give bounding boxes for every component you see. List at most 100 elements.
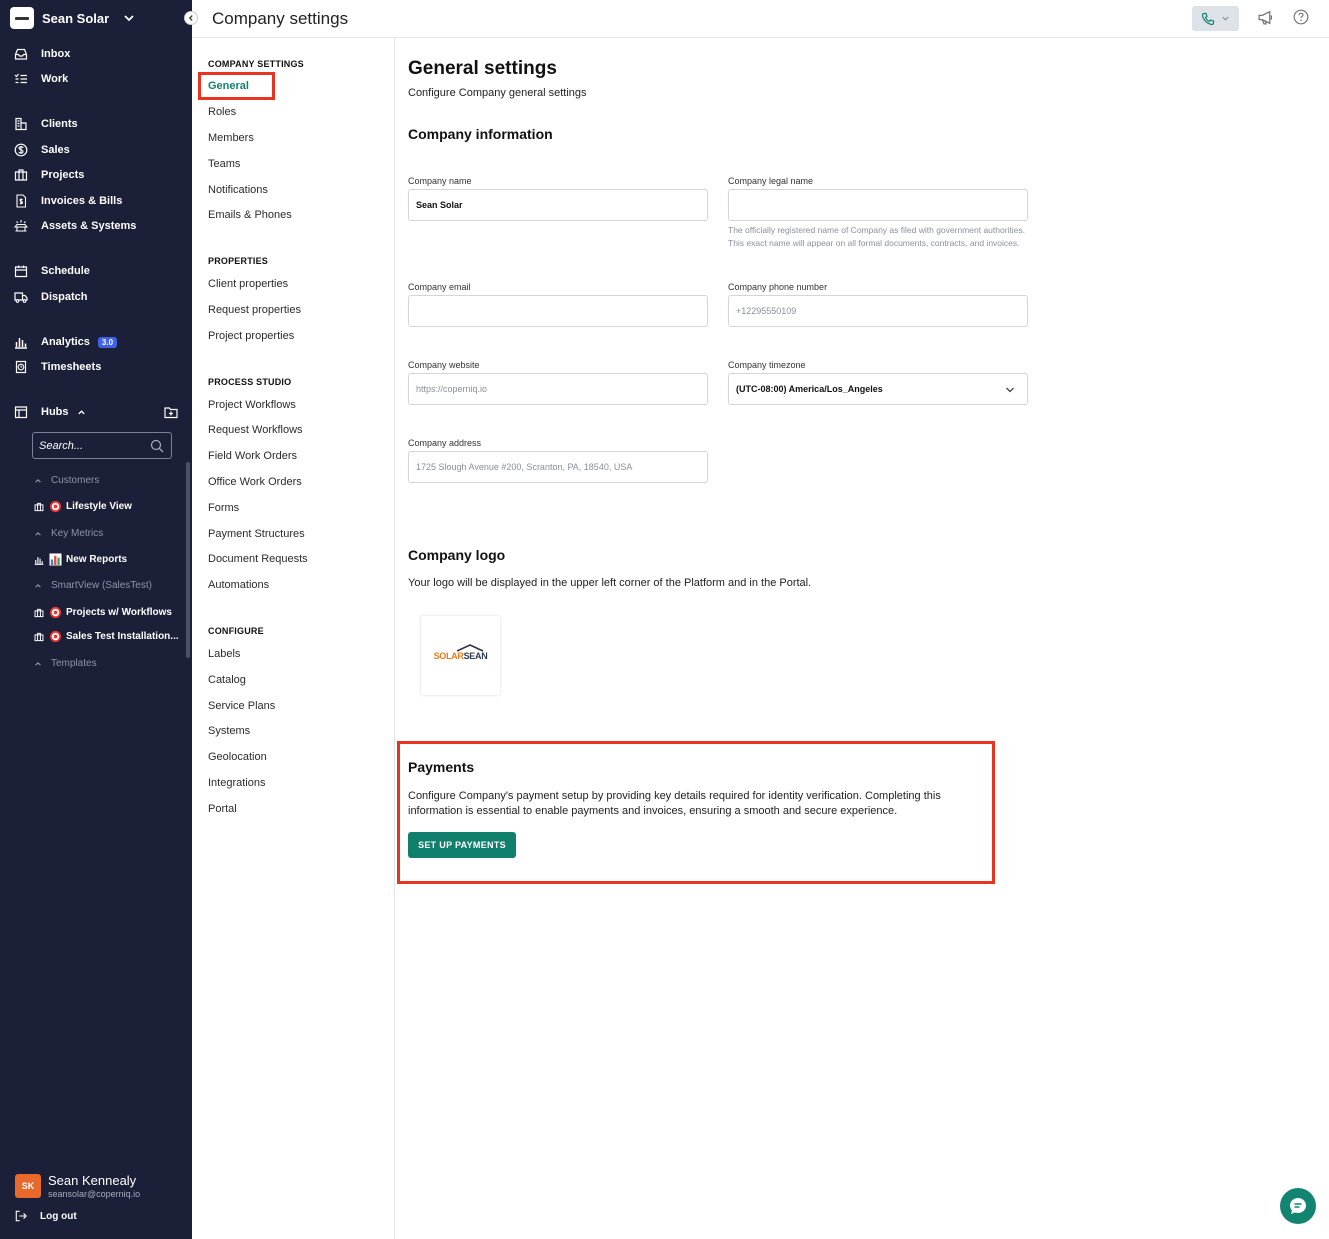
menu-item-automations[interactable]: Automations <box>208 579 269 591</box>
chevron-up-icon <box>35 531 41 536</box>
chevron-down-icon <box>1222 16 1229 21</box>
hub-group-key-metrics[interactable]: Key Metrics <box>34 528 103 539</box>
company-name-input[interactable] <box>408 189 708 221</box>
nav-schedule[interactable]: Schedule <box>14 264 90 278</box>
nav-inbox-label: Inbox <box>41 48 71 60</box>
nav-timesheets-label: Timesheets <box>41 361 102 373</box>
menu-section-process-studio: PROCESS STUDIO <box>208 377 292 387</box>
legal-name-label: Company legal name <box>728 176 814 186</box>
menu-item-service-plans[interactable]: Service Plans <box>208 700 275 712</box>
set-up-payments-button[interactable]: SET UP PAYMENTS <box>408 832 516 858</box>
menu-item-systems[interactable]: Systems <box>208 725 250 737</box>
menu-item-request-workflows[interactable]: Request Workflows <box>208 424 303 436</box>
menu-item-project-workflows[interactable]: Project Workflows <box>208 399 296 411</box>
hubs-search[interactable] <box>32 432 172 459</box>
menu-item-client-properties[interactable]: Client properties <box>208 278 288 290</box>
chart-emoji-icon <box>49 553 62 566</box>
sidebar-scrollbar[interactable] <box>186 462 190 658</box>
company-logo-upload[interactable]: SOLARSEAN <box>421 616 500 695</box>
menu-item-portal[interactable]: Portal <box>208 803 237 815</box>
inbox-icon <box>14 48 28 60</box>
menu-item-payment-structures[interactable]: Payment Structures <box>208 528 305 540</box>
menu-item-document-requests[interactable]: Document Requests <box>208 553 308 565</box>
phone-icon <box>1201 12 1215 25</box>
payments-description: Configure Company's payment setup by pro… <box>408 790 941 817</box>
website-input[interactable] <box>408 373 708 405</box>
version-badge: 3.0 <box>97 336 118 348</box>
help-icon[interactable] <box>1293 9 1309 25</box>
menu-item-notifications[interactable]: Notifications <box>208 184 268 196</box>
clients-icon <box>15 117 27 131</box>
payments-heading: Payments <box>408 759 475 775</box>
hub-group-label: Key Metrics <box>51 528 104 539</box>
nav-projects[interactable]: Projects <box>14 168 84 182</box>
hub-item-label: New Reports <box>66 554 128 565</box>
avatar: SK <box>15 1174 41 1198</box>
legal-name-help: The officially registered name of Compan… <box>728 225 1026 248</box>
nav-hubs[interactable]: Hubs <box>14 405 86 419</box>
general-settings-panel: General settings Configure Company gener… <box>395 38 1329 1239</box>
menu-item-field-work-orders[interactable]: Field Work Orders <box>208 450 297 462</box>
hub-group-label: Templates <box>51 658 97 669</box>
menu-item-geolocation[interactable]: Geolocation <box>208 751 267 763</box>
chevron-up-icon <box>35 661 41 666</box>
menu-item-members[interactable]: Members <box>208 132 254 144</box>
nav-inbox[interactable]: Inbox <box>14 47 70 61</box>
calendar-icon <box>14 265 28 278</box>
menu-item-integrations[interactable]: Integrations <box>208 777 265 789</box>
menu-item-general[interactable]: General <box>208 80 249 92</box>
nav-clients[interactable]: Clients <box>14 117 78 131</box>
nav-clients-label: Clients <box>41 118 78 130</box>
sidebar-collapse-button[interactable] <box>184 11 198 25</box>
menu-section-configure: CONFIGURE <box>208 626 264 636</box>
settings-subtitle: Configure Company general settings <box>408 87 587 99</box>
hub-item-new-reports[interactable]: New Reports <box>34 553 127 566</box>
menu-item-catalog[interactable]: Catalog <box>208 674 246 686</box>
settings-title: General settings <box>408 58 557 79</box>
briefcase-icon <box>34 632 44 641</box>
menu-item-request-properties[interactable]: Request properties <box>208 304 301 316</box>
dollar-circle-icon <box>14 143 28 157</box>
megaphone-icon[interactable] <box>1257 9 1274 26</box>
hub-item-lifestyle-view[interactable]: Lifestyle View <box>34 500 132 513</box>
briefcase-icon <box>34 502 44 511</box>
menu-item-forms[interactable]: Forms <box>208 502 239 514</box>
menu-item-teams[interactable]: Teams <box>208 158 240 170</box>
timezone-select[interactable]: (UTC-08:00) America/Los_Angeles <box>728 373 1028 405</box>
hub-group-smartview[interactable]: SmartView (SalesTest) <box>34 580 152 591</box>
menu-item-labels[interactable]: Labels <box>208 648 240 660</box>
phone-input[interactable] <box>728 295 1028 327</box>
menu-item-roles[interactable]: Roles <box>208 106 236 118</box>
nav-sales[interactable]: Sales <box>14 143 70 157</box>
logout-button[interactable]: Log out <box>15 1210 77 1222</box>
chat-icon <box>1290 1198 1306 1214</box>
nav-sales-label: Sales <box>41 144 70 156</box>
nav-analytics[interactable]: Analytics 3.0 <box>14 335 118 349</box>
menu-item-project-properties[interactable]: Project properties <box>208 330 294 342</box>
logout-label: Log out <box>40 1210 77 1222</box>
legal-name-input[interactable] <box>728 189 1028 221</box>
user-profile[interactable]: SK Sean Kennealy seansolar@coperniq.io <box>15 1173 140 1199</box>
logout-icon <box>15 1210 27 1222</box>
address-input[interactable] <box>408 451 708 483</box>
email-label: Company email <box>408 282 471 292</box>
page-title: Company settings <box>212 9 349 28</box>
nav-timesheets[interactable]: Timesheets <box>14 360 101 374</box>
hub-group-customers[interactable]: Customers <box>34 475 99 486</box>
nav-dispatch[interactable]: Dispatch <box>14 290 87 304</box>
nav-invoices[interactable]: Invoices & Bills <box>14 194 122 208</box>
hub-group-templates[interactable]: Templates <box>34 658 97 669</box>
chat-support-button[interactable] <box>1280 1188 1316 1224</box>
email-input[interactable] <box>408 295 708 327</box>
hub-item-sales-test-installation[interactable]: Sales Test Installation... <box>34 630 179 643</box>
menu-item-emails-phones[interactable]: Emails & Phones <box>208 209 292 221</box>
add-folder-icon[interactable] <box>164 405 178 419</box>
hub-item-projects-workflows[interactable]: Projects w/ Workflows <box>34 606 172 619</box>
nav-work[interactable]: Work <box>14 72 68 86</box>
phone-menu-button[interactable] <box>1192 6 1239 31</box>
menu-item-office-work-orders[interactable]: Office Work Orders <box>208 476 302 488</box>
nav-assets[interactable]: Assets & Systems <box>14 219 136 233</box>
bar-chart-icon <box>15 338 27 349</box>
workspace-switcher[interactable]: Sean Solar <box>10 7 135 29</box>
hubs-search-input[interactable] <box>39 439 139 452</box>
